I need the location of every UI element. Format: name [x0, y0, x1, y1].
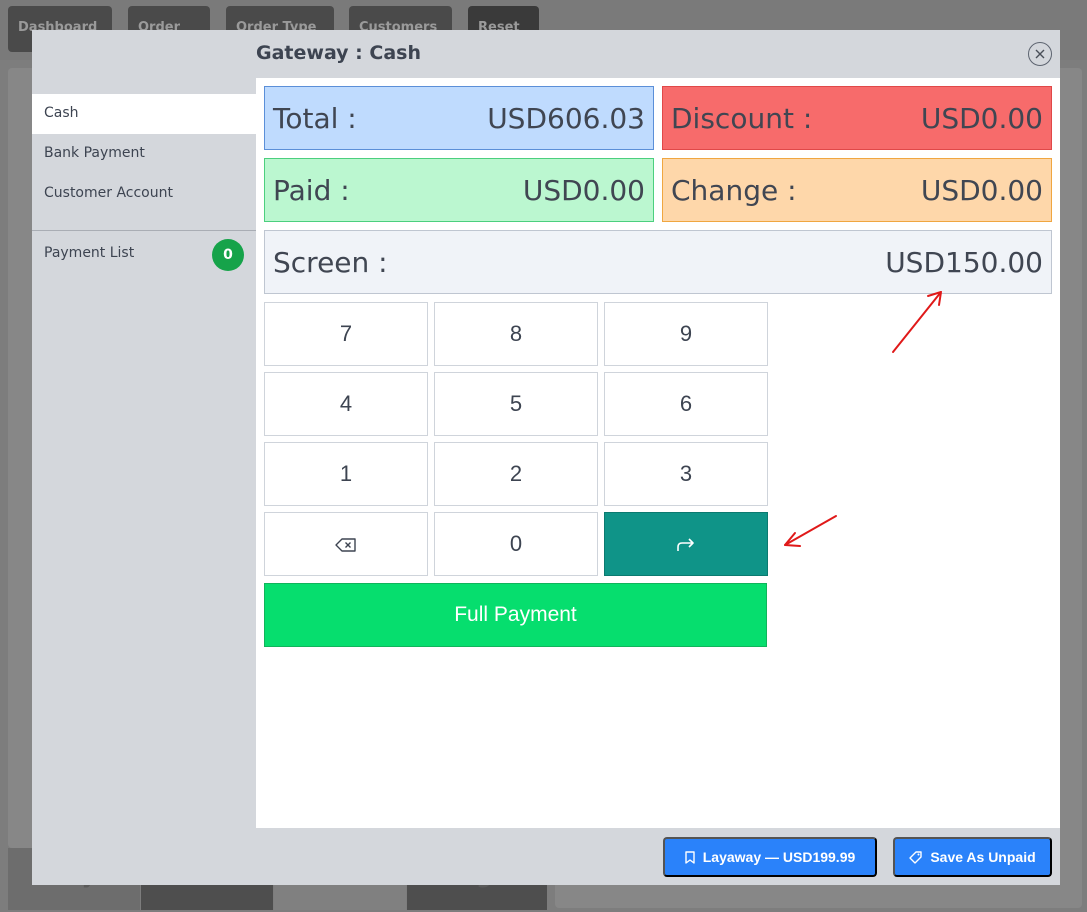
discount-value: USD0.00 — [920, 101, 1043, 135]
payment-list-label: Payment List — [44, 245, 135, 261]
key-6[interactable]: 6 — [604, 372, 768, 436]
discount-label: Discount : — [671, 101, 813, 135]
screen-label: Screen : — [273, 245, 388, 279]
paid-value: USD0.00 — [522, 173, 645, 207]
save-as-unpaid-button[interactable]: Save As Unpaid — [893, 837, 1052, 877]
sidebar-item-label: Cash — [44, 105, 79, 121]
enter-arrow-icon — [677, 538, 694, 552]
sidebar-item-payment-list[interactable]: Payment List 0 — [32, 231, 256, 277]
key-3[interactable]: 3 — [604, 442, 768, 506]
key-0[interactable]: 0 — [434, 512, 598, 576]
layaway-label: Layaway — USD199.99 — [702, 849, 856, 865]
modal-title: Gateway : Cash — [256, 42, 421, 64]
key-9[interactable]: 9 — [604, 302, 768, 366]
payment-count-badge: 0 — [212, 239, 244, 271]
save-as-unpaid-label: Save As Unpaid — [930, 849, 1036, 865]
key-2[interactable]: 2 — [434, 442, 598, 506]
enter-key[interactable] — [604, 512, 768, 576]
key-7[interactable]: 7 — [264, 302, 428, 366]
bookmark-icon — [685, 850, 695, 864]
close-button[interactable] — [1028, 42, 1052, 66]
total-value: USD606.03 — [487, 101, 645, 135]
backspace-icon — [335, 538, 356, 552]
paid-box: Paid : USD0.00 — [264, 158, 654, 222]
full-payment-button[interactable]: Full Payment — [264, 583, 767, 647]
key-8[interactable]: 8 — [434, 302, 598, 366]
sidebar-item-customer-account[interactable]: Customer Account — [32, 174, 256, 214]
sidebar-item-label: Bank Payment — [44, 145, 145, 161]
change-box: Change : USD0.00 — [662, 158, 1052, 222]
key-1[interactable]: 1 — [264, 442, 428, 506]
tag-icon — [909, 850, 923, 864]
gateway-sidebar: Cash Bank Payment Customer Account Payme… — [32, 94, 256, 277]
discount-box: Discount : USD0.00 — [662, 86, 1052, 150]
key-5[interactable]: 5 — [434, 372, 598, 436]
sidebar-item-label: Customer Account — [44, 185, 173, 201]
sidebar-item-bank-payment[interactable]: Bank Payment — [32, 134, 256, 174]
total-box: Total : USD606.03 — [264, 86, 654, 150]
payment-modal: Gateway : Cash Cash Bank Payment Custome… — [32, 30, 1060, 885]
layaway-button[interactable]: Layaway — USD199.99 — [663, 837, 877, 877]
total-label: Total : — [273, 101, 357, 135]
backspace-key[interactable] — [264, 512, 428, 576]
screen-value: USD150.00 — [885, 245, 1043, 279]
change-value: USD0.00 — [920, 173, 1043, 207]
change-label: Change : — [671, 173, 797, 207]
screen-display: Screen : USD150.00 — [264, 230, 1052, 294]
key-4[interactable]: 4 — [264, 372, 428, 436]
sidebar-item-cash[interactable]: Cash — [32, 94, 256, 134]
payment-panel: Total : USD606.03 Discount : USD0.00 Pai… — [256, 78, 1060, 828]
close-icon — [1035, 49, 1045, 59]
paid-label: Paid : — [273, 173, 350, 207]
